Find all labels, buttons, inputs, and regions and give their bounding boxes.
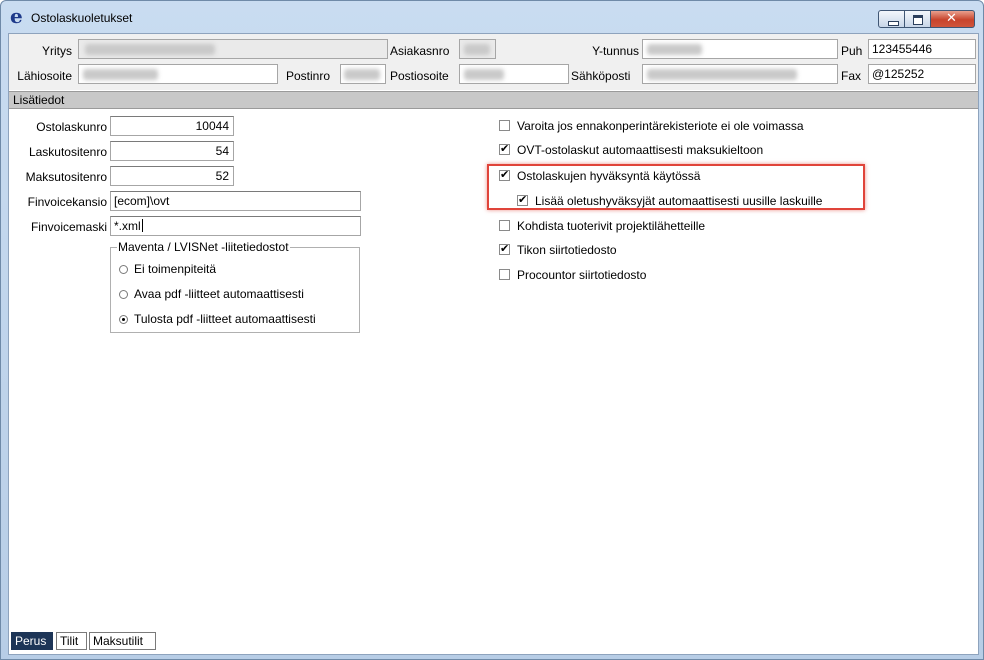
yritys-field[interactable] bbox=[78, 39, 388, 59]
window-title: Ostolaskuoletukset bbox=[31, 11, 133, 25]
radio-icon[interactable] bbox=[119, 265, 128, 274]
checkbox-icon[interactable] bbox=[499, 269, 510, 280]
maximize-button[interactable] bbox=[905, 10, 931, 28]
company-header: Yritys Asiakasnro Y-tunnus Puh 123455446… bbox=[9, 34, 978, 90]
ostolaskunro-field[interactable]: 10044 bbox=[110, 116, 234, 136]
finvoicekansio-label: Finvoicekansio bbox=[27, 195, 107, 209]
yritys-label: Yritys bbox=[42, 44, 72, 58]
radio-icon[interactable] bbox=[119, 290, 128, 299]
ostolaskunro-label: Ostolaskunro bbox=[36, 120, 107, 134]
highlight-box bbox=[487, 164, 865, 210]
asiakasnro-field[interactable] bbox=[459, 39, 496, 59]
radio-tulosta-pdf[interactable]: Tulosta pdf -liitteet automaattisesti bbox=[119, 311, 316, 327]
maksutositenro-label: Maksutositenro bbox=[25, 170, 107, 184]
tab-perus[interactable]: Perus bbox=[11, 632, 53, 650]
checkbox-varoita[interactable]: Varoita jos ennakonperintärekisteriote e… bbox=[499, 118, 804, 134]
checkbox-icon[interactable] bbox=[499, 220, 510, 231]
checkbox-icon[interactable] bbox=[499, 120, 510, 131]
postinro-label: Postinro bbox=[286, 69, 331, 83]
app-logo-icon: e bbox=[10, 4, 23, 28]
finvoicekansio-field[interactable]: [ecom]\ovt bbox=[110, 191, 361, 211]
checkbox-label: Tikon siirtotiedosto bbox=[517, 243, 617, 257]
radio-ei-toimenpiteita[interactable]: Ei toimenpiteitä bbox=[119, 261, 216, 277]
group-legend: Maventa / LVISNet -liitetiedostot bbox=[117, 240, 290, 254]
postiosoite-label: Postiosoite bbox=[390, 69, 449, 83]
laskutositenro-field[interactable]: 54 bbox=[110, 141, 234, 161]
section-title: Lisätiedot bbox=[13, 93, 65, 107]
checkbox-checked-icon[interactable] bbox=[499, 242, 510, 255]
puh-field[interactable]: 123455446 bbox=[868, 39, 976, 59]
minimize-button[interactable] bbox=[878, 10, 905, 28]
postiosoite-field[interactable] bbox=[459, 64, 569, 84]
checkbox-label: Varoita jos ennakonperintärekisteriote e… bbox=[517, 119, 804, 133]
postinro-field[interactable] bbox=[340, 64, 386, 84]
finvoicemaski-label: Finvoicemaski bbox=[30, 220, 107, 234]
checkbox-ovt-maksukielto[interactable]: OVT-ostolaskut automaattisesti maksukiel… bbox=[499, 142, 763, 158]
client-area: Yritys Asiakasnro Y-tunnus Puh 123455446… bbox=[8, 33, 979, 655]
tab-tilit[interactable]: Tilit bbox=[56, 632, 87, 650]
checkbox-tikon[interactable]: Tikon siirtotiedosto bbox=[499, 242, 617, 258]
checkbox-label: Kohdista tuoterivit projektilähetteille bbox=[517, 219, 706, 233]
checkbox-checked-icon[interactable] bbox=[499, 142, 510, 155]
fax-field[interactable]: @125252 bbox=[868, 64, 976, 84]
ytunnus-field[interactable] bbox=[642, 39, 838, 59]
checkbox-procountor[interactable]: Procountor siirtotiedosto bbox=[499, 267, 646, 283]
radio-label: Avaa pdf -liitteet automaattisesti bbox=[134, 287, 304, 301]
sahkoposti-field[interactable] bbox=[642, 64, 838, 84]
maksutositenro-field[interactable]: 52 bbox=[110, 166, 234, 186]
lahiosoite-field[interactable] bbox=[78, 64, 278, 84]
tab-maksutilit[interactable]: Maksutilit bbox=[89, 632, 156, 650]
app-window: e Ostolaskuoletukset Yritys Asiakasnro Y… bbox=[0, 0, 984, 660]
radio-avaa-pdf[interactable]: Avaa pdf -liitteet automaattisesti bbox=[119, 286, 304, 302]
finvoicemaski-field[interactable]: *.xml bbox=[110, 216, 361, 236]
radio-label: Tulosta pdf -liitteet automaattisesti bbox=[134, 312, 316, 326]
section-header: Lisätiedot bbox=[9, 91, 978, 109]
asiakasnro-label: Asiakasnro bbox=[390, 44, 450, 58]
radio-selected-icon[interactable] bbox=[119, 315, 128, 324]
fax-label: Fax bbox=[841, 69, 862, 83]
laskutositenro-label: Laskutositenro bbox=[28, 145, 107, 159]
sahkoposti-label: Sähköposti bbox=[571, 69, 631, 83]
checkbox-label: OVT-ostolaskut automaattisesti maksukiel… bbox=[517, 143, 764, 157]
puh-label: Puh bbox=[841, 44, 863, 58]
attachment-options-group: Maventa / LVISNet -liitetiedostot Ei toi… bbox=[110, 240, 360, 333]
close-button[interactable] bbox=[931, 10, 975, 28]
radio-label: Ei toimenpiteitä bbox=[134, 262, 217, 276]
checkbox-label: Procountor siirtotiedosto bbox=[517, 268, 647, 282]
lahiosoite-label: Lähiosoite bbox=[17, 69, 72, 83]
ytunnus-label: Y-tunnus bbox=[592, 44, 639, 58]
title-bar: e Ostolaskuoletukset bbox=[1, 1, 983, 33]
checkbox-kohdista[interactable]: Kohdista tuoterivit projektilähetteille bbox=[499, 218, 705, 234]
finvoicemaski-value: *.xml bbox=[114, 219, 141, 233]
